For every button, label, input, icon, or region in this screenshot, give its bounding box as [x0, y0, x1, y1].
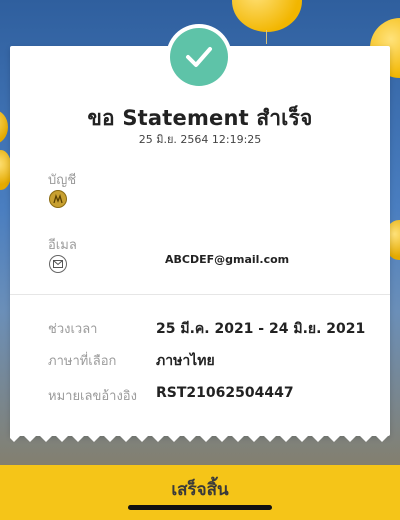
bank-logo-icon	[49, 190, 67, 208]
bottom-bar: เสร็จสิ้น	[0, 465, 400, 520]
mail-icon	[49, 255, 67, 273]
reference-label: หมายเลขอ้างอิง	[48, 389, 137, 404]
language-label: ภาษาที่เลือก	[48, 354, 117, 369]
balloon-decoration	[232, 0, 302, 32]
receipt-zigzag-edge	[10, 428, 390, 442]
reference-value: RST21062504447	[156, 385, 294, 401]
email-value: ABCDEF@gmail.com	[165, 253, 290, 266]
done-button[interactable]: เสร็จสิ้น	[0, 465, 400, 520]
divider	[10, 294, 390, 295]
email-label: อีเมล	[48, 238, 77, 253]
language-value: ภาษาไทย	[156, 353, 215, 369]
checkmark-icon	[170, 28, 228, 86]
account-label: บัญชี	[48, 173, 77, 188]
balloon-string	[266, 30, 267, 44]
home-indicator	[128, 505, 272, 510]
request-datetime: 25 มิ.ย. 2564 12:19:25	[138, 133, 262, 146]
period-value: 25 มี.ค. 2021 - 24 มิ.ย. 2021	[156, 321, 366, 337]
success-badge	[166, 24, 232, 90]
period-label: ช่วงเวลา	[48, 322, 98, 337]
